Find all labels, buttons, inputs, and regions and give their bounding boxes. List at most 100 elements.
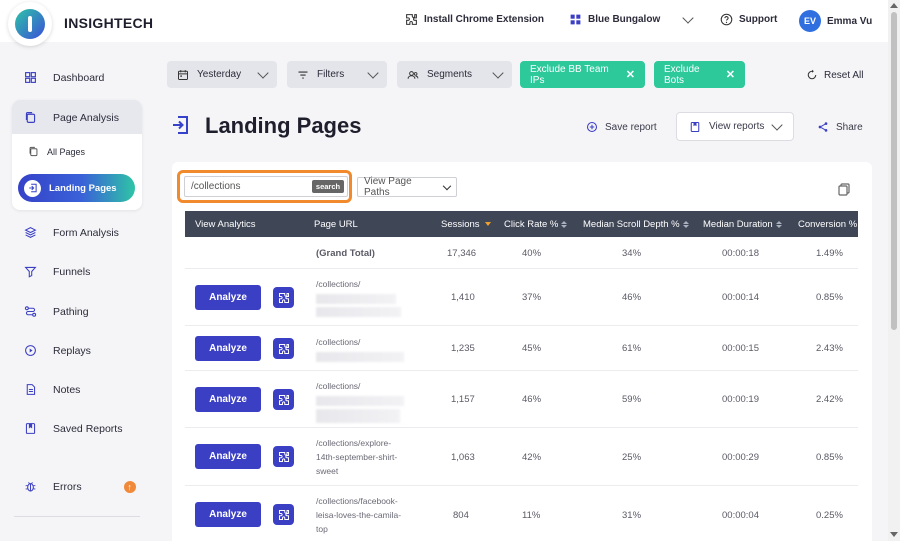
- cell-duration: 00:00:18: [722, 248, 759, 259]
- user-menu[interactable]: EV Emma Vu: [799, 10, 872, 32]
- sidebar-item-label: Page Analysis: [53, 111, 119, 124]
- cell-duration: 00:00:19: [722, 394, 759, 405]
- cell-conversion: 2.43%: [816, 343, 843, 354]
- sidebar-item-notes[interactable]: Notes: [24, 383, 80, 396]
- grid-icon: [570, 14, 581, 25]
- cell-conversion: 0.85%: [816, 292, 843, 303]
- plus-circle-icon: [586, 121, 598, 133]
- route-icon: [24, 306, 37, 317]
- page-url[interactable]: /collections/explore-14th-september-shir…: [316, 436, 400, 478]
- layers-icon: [24, 227, 37, 238]
- top-header: INSIGHTECH Install Chrome Extension Blue…: [0, 0, 888, 42]
- page-title: Landing Pages: [205, 113, 362, 138]
- support-link[interactable]: Support: [720, 13, 777, 26]
- sidebar-item-label: Notes: [53, 383, 81, 396]
- puzzle-icon: [278, 451, 289, 462]
- table-row: Analyze /collections/ 1,235 45% 61% 00:0…: [185, 326, 858, 371]
- cell-conversion: 1.49%: [816, 248, 843, 259]
- exclude-bots-chip[interactable]: Exclude Bots ✕: [654, 61, 745, 88]
- scroll-up-icon[interactable]: [890, 3, 898, 8]
- heatmap-extension-button[interactable]: [273, 287, 294, 308]
- view-reports-dropdown[interactable]: View reports: [676, 112, 794, 141]
- reset-icon: [807, 69, 817, 80]
- page-url[interactable]: /collections/: [316, 379, 406, 423]
- help-icon: [720, 13, 733, 26]
- install-extension-link[interactable]: Install Chrome Extension: [405, 13, 544, 26]
- header-label: Click Rate %: [504, 218, 559, 230]
- col-click-rate[interactable]: Click Rate %: [504, 211, 568, 237]
- header-label: Median Scroll Depth %: [583, 218, 680, 230]
- sidebar-item-all-pages[interactable]: All Pages: [28, 146, 85, 157]
- chip-label: Exclude BB Team IPs: [530, 63, 609, 86]
- view-page-paths-select[interactable]: View Page Paths: [357, 176, 457, 198]
- sidebar-item-page-analysis[interactable]: Page Analysis: [24, 111, 119, 124]
- heatmap-extension-button[interactable]: [273, 446, 294, 467]
- share-button[interactable]: Share: [817, 121, 863, 133]
- reset-all-button[interactable]: Reset All: [806, 69, 863, 81]
- chevron-down-icon: [442, 181, 452, 190]
- redacted-url: [316, 352, 404, 362]
- heatmap-extension-button[interactable]: [273, 504, 294, 525]
- sidebar-divider: [14, 516, 140, 517]
- workspace-selector[interactable]: Blue Bungalow: [569, 11, 694, 26]
- view-reports-label: View reports: [709, 121, 765, 132]
- analyze-button[interactable]: Analyze: [195, 285, 261, 310]
- grand-total-row: (Grand Total) 17,346 40% 34% 00:00:18 1.…: [185, 237, 858, 269]
- search-highlight: [177, 170, 352, 203]
- copy-icon[interactable]: [838, 183, 850, 196]
- pages-icon: [25, 112, 36, 123]
- page-url[interactable]: /collections/: [316, 335, 406, 362]
- page-url[interactable]: /collections/facebook-leisa-loves-the-ca…: [316, 494, 406, 536]
- cell-duration: 00:00:29: [722, 452, 759, 463]
- sidebar-item-replays[interactable]: Replays: [24, 344, 91, 357]
- heatmap-extension-button[interactable]: [273, 389, 294, 410]
- sidebar-item-label: Saved Reports: [53, 422, 123, 435]
- bookmark-icon: [25, 423, 36, 434]
- col-scroll-depth[interactable]: Median Scroll Depth %: [583, 211, 689, 237]
- chevron-down-icon: [771, 118, 783, 131]
- chevron-down-icon: [682, 11, 694, 24]
- col-sessions[interactable]: Sessions: [441, 211, 491, 237]
- segments-button[interactable]: Segments: [397, 61, 512, 88]
- save-report-button[interactable]: Save report: [586, 121, 657, 133]
- header-label: Median Duration: [703, 218, 773, 230]
- close-icon[interactable]: ✕: [626, 68, 635, 81]
- logo-icon: [15, 9, 45, 39]
- errors-badge: ↑: [123, 480, 136, 493]
- col-conversion[interactable]: Conversion %: [798, 211, 857, 237]
- page-url[interactable]: /collections/: [316, 277, 406, 317]
- col-duration[interactable]: Median Duration: [703, 211, 782, 237]
- sidebar-item-saved-reports[interactable]: Saved Reports: [24, 422, 122, 435]
- save-report-label: Save report: [605, 121, 657, 133]
- sidebar-item-form-analysis[interactable]: Form Analysis: [24, 226, 119, 239]
- filters-button[interactable]: Filters: [287, 61, 387, 88]
- cell-click-rate: 11%: [522, 510, 541, 521]
- sidebar-item-pathing[interactable]: Pathing: [24, 305, 89, 318]
- scroll-thumb[interactable]: [891, 12, 897, 330]
- page-scrollbar[interactable]: [888, 0, 900, 541]
- funnel-icon: [24, 266, 37, 278]
- sidebar-item-errors[interactable]: Errors ↑: [24, 480, 136, 493]
- scroll-down-icon[interactable]: [890, 532, 898, 537]
- exclude-team-ips-chip[interactable]: Exclude BB Team IPs ✕: [520, 61, 645, 88]
- sidebar-item-label: Funnels: [53, 265, 91, 278]
- heatmap-extension-button[interactable]: [273, 338, 294, 359]
- sidebar-item-label: Replays: [53, 344, 91, 357]
- analyze-button[interactable]: Analyze: [195, 444, 261, 469]
- analyze-button[interactable]: Analyze: [195, 387, 261, 412]
- date-range-label: Yesterday: [197, 69, 242, 80]
- analyze-button[interactable]: Analyze: [195, 336, 261, 361]
- cell-sessions: 1,157: [451, 394, 475, 405]
- sidebar-item-dashboard[interactable]: Dashboard: [24, 71, 104, 84]
- sidebar-item-funnels[interactable]: Funnels: [24, 265, 90, 278]
- logo[interactable]: [8, 2, 52, 46]
- sidebar-item-landing-pages[interactable]: Landing Pages: [18, 174, 135, 202]
- puzzle-icon: [278, 509, 289, 520]
- filters-label: Filters: [317, 69, 345, 80]
- close-icon[interactable]: ✕: [726, 68, 735, 81]
- avatar: EV: [799, 10, 821, 32]
- filter-icon: [298, 70, 308, 79]
- date-range-button[interactable]: Yesterday: [167, 61, 277, 88]
- analyze-button[interactable]: Analyze: [195, 502, 261, 527]
- table-header: View Analytics Page URL Sessions Click R…: [185, 211, 858, 237]
